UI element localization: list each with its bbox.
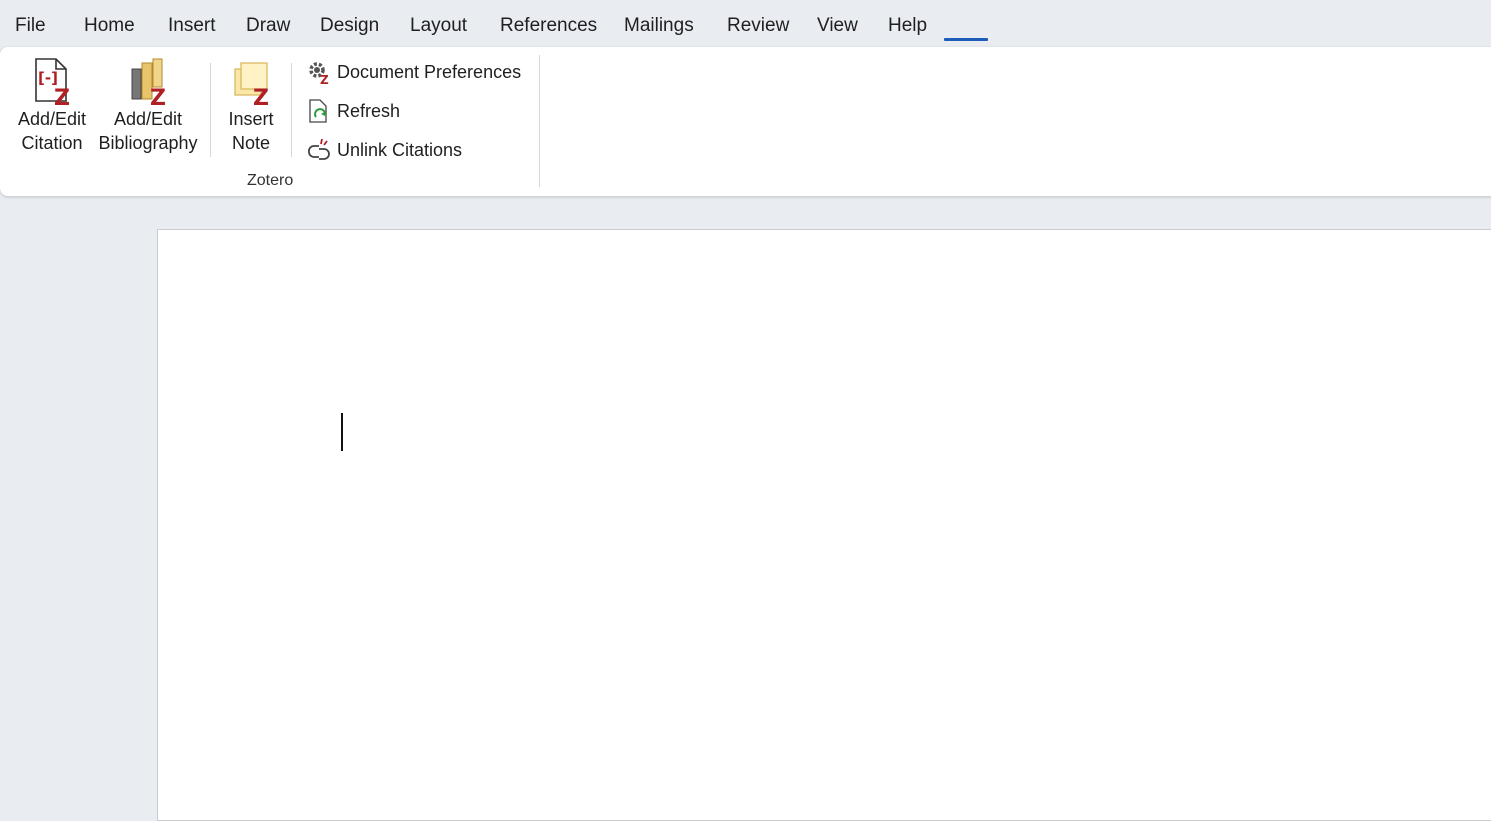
add-edit-citation-button[interactable]: [-] Z Add/Edit Citation <box>12 55 92 155</box>
tab-references[interactable]: References <box>500 14 597 38</box>
citation-icon: [-] Z <box>35 58 70 107</box>
tab-help[interactable]: Help <box>888 14 927 38</box>
add-edit-citation-label-2: Citation <box>21 133 83 153</box>
bibliography-icon: Z <box>131 58 166 107</box>
svg-text:Z: Z <box>150 86 166 107</box>
ribbon-separator <box>210 63 211 157</box>
add-edit-bibliography-label-2: Bibliography <box>98 133 198 153</box>
tab-view[interactable]: View <box>817 14 858 38</box>
refresh-icon <box>309 99 327 123</box>
unlink-citations-button[interactable]: Unlink Citations <box>306 135 462 165</box>
tab-mailings[interactable]: Mailings <box>624 14 694 38</box>
tab-home[interactable]: Home <box>84 14 135 38</box>
refresh-label: Refresh <box>337 100 401 121</box>
insert-note-label-2: Note <box>231 133 271 153</box>
group-label-zotero: Zotero <box>247 172 294 189</box>
unlink-citations-label: Unlink Citations <box>337 139 463 160</box>
insert-note-button[interactable]: Z Insert Note <box>220 55 282 155</box>
tab-draw[interactable]: Draw <box>246 14 290 38</box>
text-cursor <box>341 413 343 451</box>
document-preferences-label: Document Preferences <box>337 61 522 82</box>
ribbon-separator <box>291 63 292 157</box>
svg-text:Z: Z <box>54 86 70 107</box>
tab-design[interactable]: Design <box>320 14 379 38</box>
add-edit-citation-label-1: Add/Edit <box>17 109 87 129</box>
svg-text:Z: Z <box>320 73 329 85</box>
document-preferences-button[interactable]: Z Document Preferences <box>306 57 521 87</box>
tab-insert[interactable]: Insert <box>168 14 216 38</box>
tab-review[interactable]: Review <box>727 14 789 38</box>
tab-zotero-active-indicator[interactable] <box>944 38 988 41</box>
unlink-icon <box>308 138 330 160</box>
refresh-button[interactable]: Refresh <box>306 96 400 126</box>
add-edit-bibliography-button[interactable]: Z Add/Edit Bibliography <box>96 55 200 155</box>
insert-note-label-1: Insert <box>228 109 274 129</box>
svg-text:Z: Z <box>253 86 269 107</box>
ribbon-panel: [-] Z Add/Edit Citation Z Add/Edit Bibli… <box>0 47 1491 196</box>
gear-z-icon: Z <box>309 62 329 85</box>
tab-file[interactable]: File <box>15 14 46 38</box>
svg-text:[-]: [-] <box>38 69 58 87</box>
ribbon-tab-bar: File Home Insert Draw Design Layout Refe… <box>0 0 1491 47</box>
group-separator <box>539 55 540 187</box>
tab-layout[interactable]: Layout <box>410 14 467 38</box>
note-icon: Z <box>234 62 269 107</box>
document-page[interactable] <box>157 229 1491 821</box>
add-edit-bibliography-label-1: Add/Edit <box>113 109 183 129</box>
